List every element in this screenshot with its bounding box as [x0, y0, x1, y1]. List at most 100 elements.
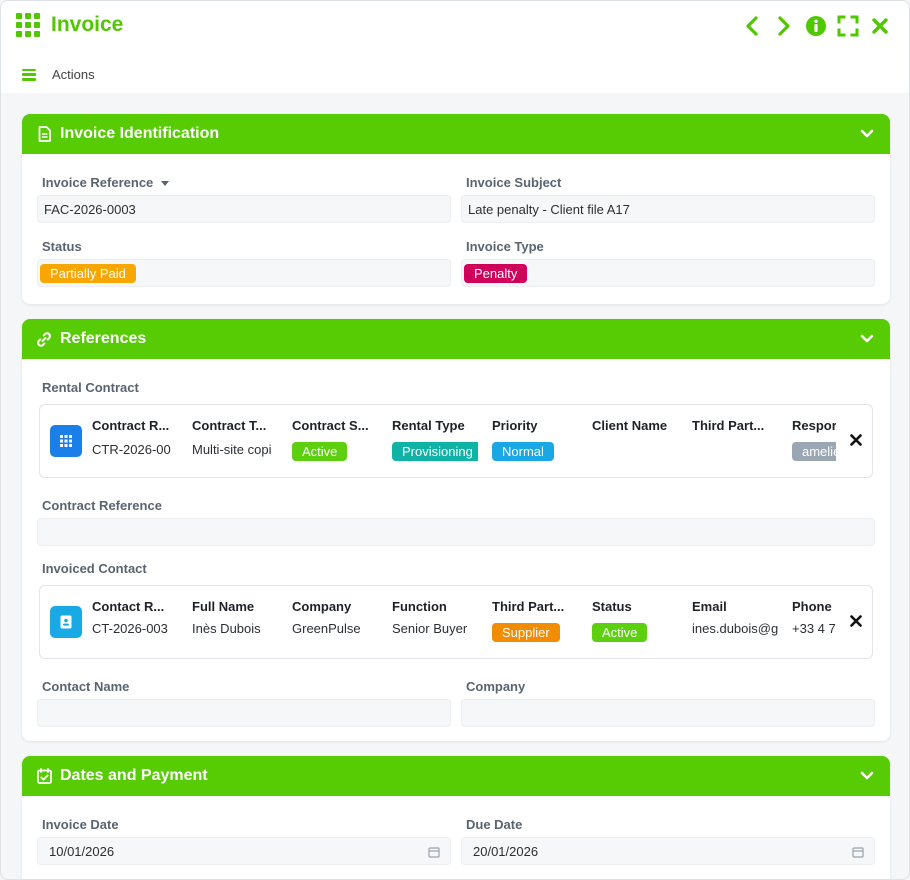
priority-badge: Normal [492, 442, 554, 461]
page-title: Invoice [51, 13, 124, 36]
dates-payment-section: Dates and Payment Invoice Date 10/01/202… [22, 756, 890, 879]
contract-reference-field[interactable] [37, 518, 875, 546]
function-value: Senior Buyer [392, 621, 468, 636]
hamburger-menu-icon[interactable] [22, 68, 36, 81]
invoice-subject-field[interactable]: Late penalty - Client file A17 [461, 195, 875, 223]
invoice-identification-section: Invoice Identification Invoice Reference… [22, 114, 890, 304]
invoice-date-label: Invoice Date [42, 817, 119, 832]
fullscreen-icon[interactable] [837, 15, 859, 37]
top-bar: Invoice Actions [1, 1, 909, 93]
invoice-type-badge: Penalty [464, 263, 528, 283]
rental-contract-row[interactable]: Contract R... CTR-2026-00 Contract T... … [39, 404, 873, 478]
rental-type-badge: Provisioning [392, 442, 478, 461]
apps-grid-icon[interactable] [16, 13, 40, 37]
close-icon[interactable] [869, 15, 891, 37]
calendar-icon[interactable] [428, 846, 440, 858]
contact-col-ref: Contact R... CT-2026-003 [92, 599, 180, 640]
rental-col-client: Client Name [592, 418, 680, 461]
rental-col-title: Contract T... Multi-site copi [192, 418, 280, 461]
references-section: References Rental Contract Contract R...… [22, 319, 890, 741]
due-date-label: Due Date [466, 817, 523, 832]
column-header: Contract S... [292, 418, 369, 433]
invoice-subject-value: Late penalty - Client file A17 [468, 201, 630, 217]
due-date-value: 20/01/2026 [473, 843, 539, 859]
invoice-window: Invoice Actions Invoice Identification I… [0, 0, 910, 880]
contact-status-badge: Active [592, 623, 648, 642]
contact-ref-value: CT-2026-003 [92, 621, 168, 636]
third-party-badge: Supplier [492, 623, 560, 642]
collapse-chevron-icon[interactable] [858, 125, 876, 143]
column-header: Full Name [192, 599, 255, 614]
status-field[interactable]: Partially Paid [37, 259, 451, 287]
actions-menu[interactable]: Actions [52, 67, 95, 82]
calendar-check-icon [36, 768, 52, 784]
contract-reference-label: Contract Reference [42, 498, 162, 513]
company-field[interactable] [461, 699, 875, 727]
invoice-type-label: Invoice Type [466, 239, 544, 254]
email-value: ines.dubois@g [692, 621, 778, 636]
invoice-subject-label: Invoice Subject [466, 175, 562, 190]
contact-col-third-party: Third Part... Supplier [492, 599, 580, 642]
invoice-reference-field[interactable]: FAC-2026-0003 [37, 195, 451, 223]
invoice-date-value: 10/01/2026 [49, 843, 115, 859]
section-title: Invoice Identification [60, 125, 220, 142]
rental-col-priority: Priority Normal [492, 418, 580, 461]
contact-col-company: Company GreenPulse [292, 599, 380, 640]
contract-status-badge: Active [292, 442, 348, 461]
client-name-value [592, 442, 680, 461]
column-header: Function [392, 599, 447, 614]
app-title: Invoice [16, 13, 123, 37]
collapse-chevron-icon[interactable] [858, 767, 876, 785]
column-header: Company [292, 599, 352, 614]
rental-col-status: Contract S... Active [292, 418, 380, 461]
contact-col-email: Email ines.dubois@g [692, 599, 778, 640]
column-header: Priority [492, 418, 538, 433]
remove-contact-icon[interactable] [848, 613, 864, 629]
contract-grid-icon [50, 425, 82, 457]
column-header: Phone [792, 599, 832, 614]
column-header: Contract R... [92, 418, 170, 433]
caret-down-icon[interactable] [161, 181, 170, 187]
rental-col-type: Rental Type Provisioning [392, 418, 478, 461]
info-icon[interactable] [805, 15, 827, 37]
contact-card-icon [50, 606, 82, 638]
section-title: References [60, 330, 147, 347]
invoice-reference-value: FAC-2026-0003 [44, 201, 136, 217]
column-header: Status [592, 599, 632, 614]
full-name-value: Inès Dubois [192, 621, 261, 636]
previous-icon[interactable] [741, 15, 763, 37]
invoice-type-field[interactable]: Penalty [461, 259, 875, 287]
window-controls [741, 15, 891, 37]
collapse-chevron-icon[interactable] [858, 330, 876, 348]
column-header: Third Part... [492, 599, 565, 614]
section-header-dates[interactable]: Dates and Payment [22, 756, 890, 796]
invoiced-contact-row[interactable]: Contact R... CT-2026-003 Full Name Inès … [39, 585, 873, 659]
invoice-date-field[interactable]: 10/01/2026 [37, 837, 451, 865]
contract-ref-value: CTR-2026-00 [92, 442, 171, 457]
contact-name-label: Contact Name [42, 679, 130, 694]
rental-col-third-party: Third Part... [692, 418, 780, 461]
section-header-identification[interactable]: Invoice Identification [22, 114, 890, 154]
column-header: Contact R... [92, 599, 165, 614]
responsible-badge: amelie [792, 442, 836, 461]
column-header: Email [692, 599, 727, 614]
contact-name-field[interactable] [37, 699, 451, 727]
column-header: Respor [792, 418, 836, 433]
contact-col-phone: Phone +33 4 7 [792, 599, 836, 640]
column-header: Contract T... [192, 418, 267, 433]
section-title: Dates and Payment [60, 767, 208, 784]
invoice-reference-label[interactable]: Invoice Reference [42, 175, 170, 190]
next-icon[interactable] [773, 15, 795, 37]
remove-contract-icon[interactable] [848, 432, 864, 448]
actions-bar: Actions [22, 67, 95, 82]
company-label: Company [466, 679, 526, 694]
section-header-references[interactable]: References [22, 319, 890, 359]
company-value: GreenPulse [292, 621, 361, 636]
rental-col-responsible: Respor amelie [792, 418, 836, 461]
invoiced-contact-label: Invoiced Contact [42, 561, 147, 576]
calendar-icon[interactable] [852, 846, 864, 858]
contact-col-function: Function Senior Buyer [392, 599, 480, 640]
column-header: Rental Type [392, 418, 465, 433]
due-date-field[interactable]: 20/01/2026 [461, 837, 875, 865]
status-badge: Partially Paid [40, 263, 136, 283]
